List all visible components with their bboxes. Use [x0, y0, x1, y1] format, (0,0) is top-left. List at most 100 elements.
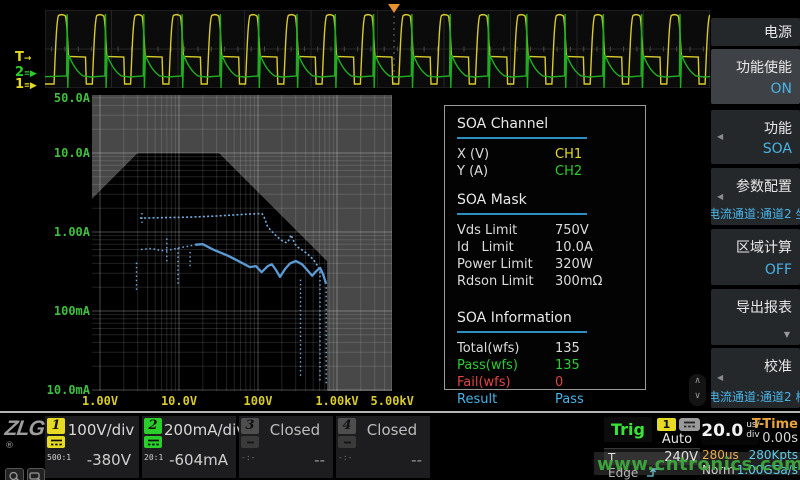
trigger-source-badge[interactable]: 1: [657, 418, 676, 431]
section-title: SOA Information: [457, 310, 633, 331]
zlg-logo-text: ZLG: [3, 417, 45, 441]
menu-subtitle: 电流通道:通道2 坐: [711, 205, 800, 222]
y-axis-tick-label: 100mA: [38, 304, 90, 318]
menu-label: 校准: [764, 356, 792, 376]
chevron-down-icon[interactable]: ∨: [689, 389, 706, 404]
touch-icon[interactable]: [5, 468, 24, 480]
channel-number-badge[interactable]: 2: [144, 418, 162, 434]
row-value: 0: [555, 374, 563, 391]
channel-badge[interactable]: 220:1: [144, 418, 164, 462]
menu-scroll-control[interactable]: ∧ ∨: [689, 374, 706, 406]
sidebar-item-export-report[interactable]: 导出报表▼: [711, 289, 800, 345]
row-label: Fail(wfs): [457, 374, 555, 391]
soa-section: SOA Information Total(wfs)135Pass(wfs)135…: [457, 310, 633, 408]
row-value: 750V: [555, 222, 589, 239]
coupling-icon: [338, 436, 356, 448]
menu-label: 区域计算: [736, 237, 792, 257]
row-label: Y (A): [457, 163, 555, 180]
soa-row: Rdson Limit300mΩ: [457, 273, 633, 290]
soa-row: ResultPass: [457, 391, 633, 408]
row-value: 135: [555, 340, 580, 357]
sidebar-item-function-enable[interactable]: 功能使能 ON: [711, 49, 800, 104]
sidebar-item-area-calc[interactable]: 区域计算 OFF: [711, 229, 800, 285]
channel-2-readout[interactable]: 220:1200mA/div -604mA: [142, 416, 236, 478]
soa-row: Pass(wfs)135: [457, 357, 633, 374]
oscilloscope-screen: T→ 2≡▶ 1≡▶ 50.0A10.0A1.00A100mA10.0mA1.0…: [0, 0, 800, 480]
sidebar-item-power[interactable]: 电源: [711, 18, 800, 46]
section-underline: [457, 137, 587, 139]
channel-3-readout[interactable]: 3-:-Closed--: [239, 416, 333, 478]
registered-mark: ®: [5, 441, 14, 451]
probe-ratio: -:-: [338, 453, 358, 462]
menu-value: OFF: [765, 262, 792, 278]
row-value: Pass: [555, 391, 584, 408]
y-axis-tick-label: 1.00A: [38, 225, 90, 239]
section-underline: [457, 331, 587, 333]
coupling-icon: [241, 436, 259, 448]
row-value: 320W: [555, 256, 593, 273]
trigger-mode[interactable]: Auto: [654, 432, 700, 447]
row-value: 135: [555, 357, 580, 374]
trigger-coupling-icon[interactable]: [679, 418, 700, 431]
x-axis-tick-label: 1.00V: [68, 394, 132, 408]
section-underline: [457, 213, 587, 215]
trigger-position-icon[interactable]: [388, 4, 400, 13]
channel-number-badge[interactable]: 1: [47, 418, 65, 434]
ch1-position-marker[interactable]: 1≡▶: [15, 75, 37, 91]
row-value: CH1: [555, 146, 582, 163]
channel-offset: --: [314, 451, 325, 469]
row-value: CH2: [555, 163, 582, 180]
row-label: Total(wfs): [457, 340, 555, 357]
soa-section: SOA ChannelX (V)CH1Y (A)CH2: [457, 116, 633, 180]
channel-number-badge[interactable]: 3: [241, 418, 259, 434]
chevron-up-icon[interactable]: ∧: [689, 374, 706, 389]
y-axis-tick-label: 10.0A: [38, 146, 90, 160]
coupling-icon: [47, 436, 65, 448]
x-axis-tick-label: 100V: [226, 394, 290, 408]
x-axis-tick-label: 10.0V: [147, 394, 211, 408]
row-value: 300mΩ: [555, 273, 602, 290]
row-value: 10.0A: [555, 239, 593, 256]
channel-1-readout[interactable]: 1500:1100V/div -380V: [45, 416, 139, 478]
chevron-left-icon: ◀: [717, 191, 723, 200]
soa-row: Total(wfs)135: [457, 340, 633, 357]
soa-xy-plot[interactable]: [92, 95, 392, 391]
channel-badge[interactable]: 3 -:-: [241, 418, 261, 462]
sidebar-item-function[interactable]: ◀功能SOA: [711, 110, 800, 164]
timebase-scale[interactable]: 20.0 us/div: [702, 416, 759, 445]
sidebar-item-param-config[interactable]: ◀参数配置电流通道:通道2 坐: [711, 168, 800, 225]
channel-badge[interactable]: 4 -:-: [338, 418, 358, 462]
menu-label: 电源: [764, 22, 792, 42]
section-title: SOA Mask: [457, 192, 633, 213]
trigger-level-marker[interactable]: T→: [15, 48, 31, 64]
zlg-logo: ZLG®: [5, 417, 45, 480]
soa-row: Vds Limit750V: [457, 222, 633, 239]
channel-offset: -604mA: [169, 451, 228, 469]
x-axis-tick-label: 5.00kV: [360, 394, 424, 408]
channel-badge[interactable]: 1500:1: [47, 418, 67, 462]
trig-button[interactable]: Trig: [604, 417, 652, 442]
soa-section: SOA Mask Vds Limit750VId Limit10.0APower …: [457, 192, 633, 290]
row-label: Vds Limit: [457, 222, 555, 239]
sidebar-item-calibration[interactable]: ◀校准电流通道:通道2 校: [711, 348, 800, 408]
channel-scale: 100V/div: [67, 421, 135, 439]
soa-row: Fail(wfs)0: [457, 374, 633, 391]
soa-row: Y (A)CH2: [457, 163, 633, 180]
soa-row: X (V)CH1: [457, 146, 633, 163]
chevron-down-icon: ▼: [784, 330, 790, 339]
t-time-value: 0.00s: [762, 431, 798, 446]
menu-label: 功能使能: [736, 57, 792, 77]
watermark: www.cntronics.com: [597, 454, 800, 475]
row-label: Power Limit: [457, 256, 555, 273]
channel-offset: -380V: [87, 451, 131, 469]
channel-number-badge[interactable]: 4: [338, 418, 356, 434]
probe-ratio: -:-: [241, 453, 261, 462]
chevron-left-icon: ◀: [717, 132, 723, 141]
soa-row: Id Limit10.0A: [457, 239, 633, 256]
scope-strip[interactable]: [45, 10, 710, 88]
channel-scale: 200mA/div: [164, 421, 232, 439]
channel-4-readout[interactable]: 4-:-Closed--: [336, 416, 430, 478]
cursor-icon[interactable]: [27, 468, 46, 480]
menu-value: ON: [771, 81, 793, 97]
coupling-icon: [144, 436, 162, 448]
